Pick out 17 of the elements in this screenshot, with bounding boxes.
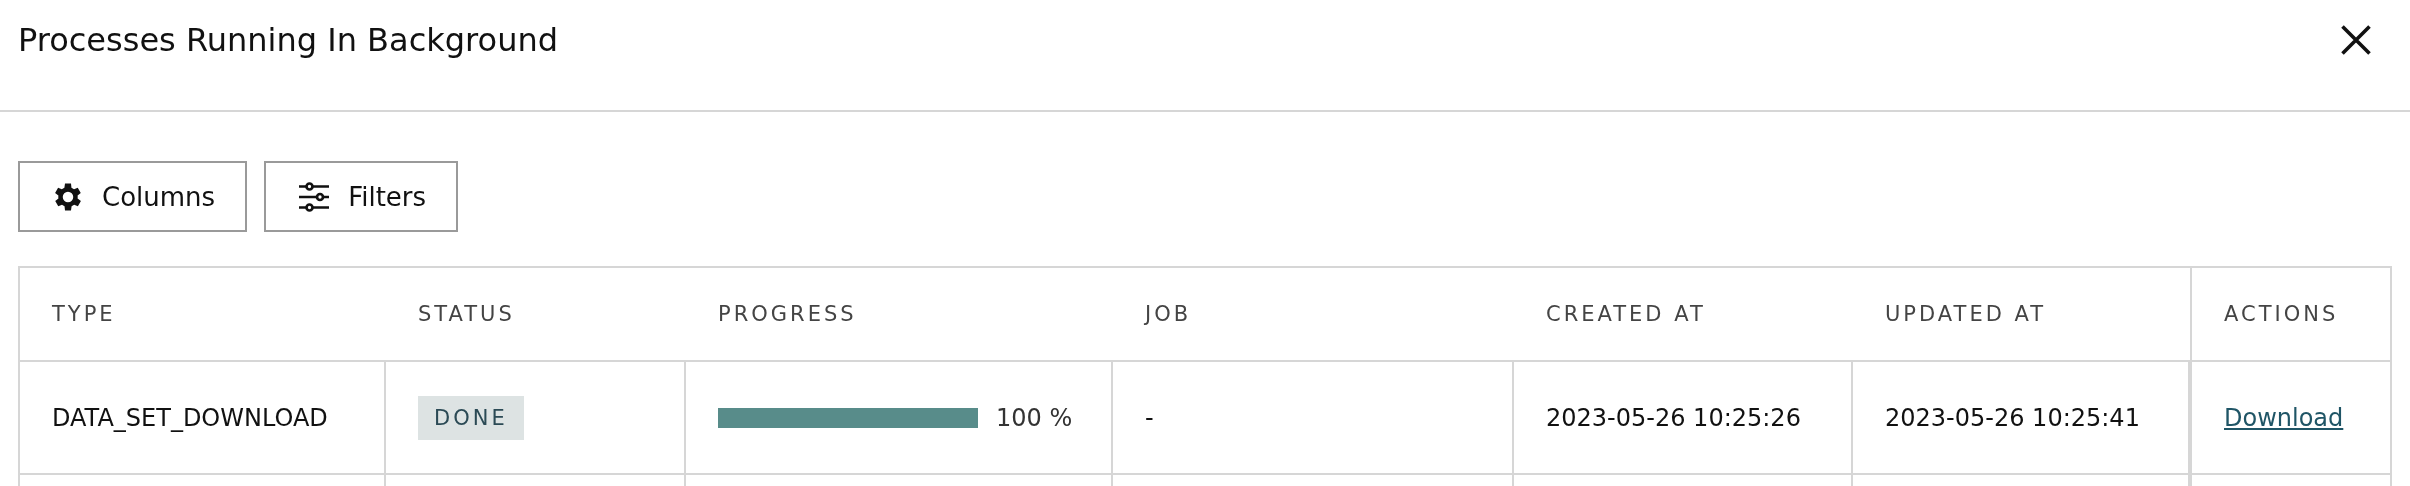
table-cell: DATA_SET_DOWNLOAD	[52, 403, 328, 432]
column-header: JOB	[1145, 302, 1192, 326]
column-header: ACTIONS	[2224, 302, 2339, 326]
column-header: CREATED AT	[1546, 302, 1706, 326]
download-link[interactable]: Download	[2224, 403, 2344, 432]
status-badge: DONE	[418, 395, 524, 440]
column-header: UPDATED AT	[1885, 302, 2047, 326]
column-header: PROGRESS	[718, 302, 857, 326]
columns-button[interactable]: Columns	[18, 161, 248, 232]
column-header: TYPE	[52, 302, 116, 326]
table-cell: -	[1145, 403, 1154, 432]
progress-reading: 100 %	[996, 403, 1073, 432]
filters-button[interactable]: Filters	[264, 161, 459, 232]
table-cell: 2023-05-26 10:25:41	[1885, 403, 2140, 432]
table-cell: 2023-05-26 10:25:26	[1546, 403, 1801, 432]
dialog-title: Processes Running In Background	[18, 21, 558, 59]
column-header: STATUS	[418, 302, 515, 326]
